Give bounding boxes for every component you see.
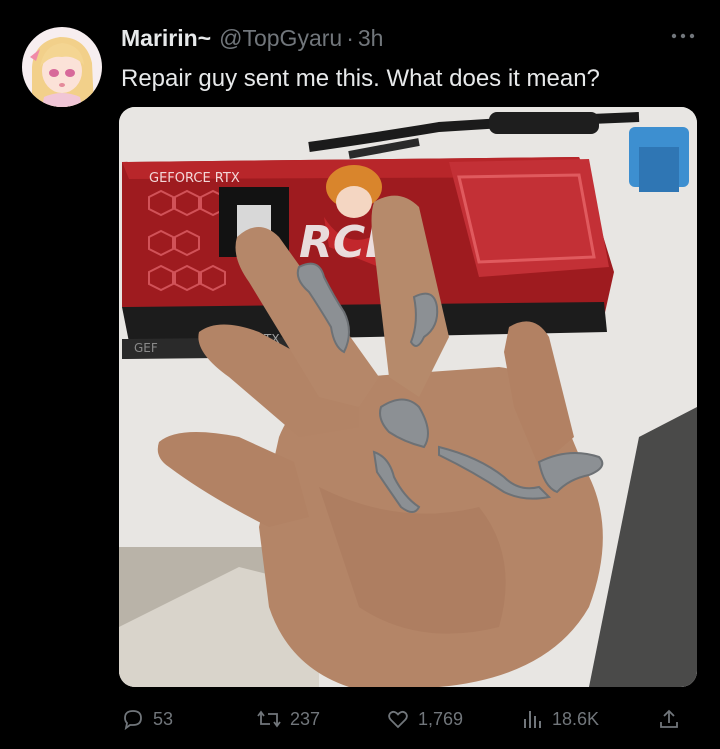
retweet-count: 237 <box>290 708 321 729</box>
reply-count: 53 <box>153 708 174 729</box>
reply-button[interactable]: 53 <box>121 700 173 738</box>
share-button[interactable] <box>657 700 689 738</box>
reply-bubble-icon <box>124 710 142 731</box>
tweet-media-image[interactable]: RCL GEFORCE RTX GEF TX <box>119 107 697 687</box>
retweet-button[interactable]: 237 <box>256 700 320 738</box>
handle[interactable]: @TopGyaru <box>219 25 342 52</box>
retweet-arrows-icon <box>257 710 281 728</box>
card-text-gef: GEF <box>134 341 158 355</box>
tweet-header: Maririn~ @TopGyaru · 3h <box>121 25 383 53</box>
bar-chart-icon <box>524 711 541 728</box>
timestamp[interactable]: 3h <box>358 25 384 52</box>
avatar[interactable] <box>22 27 102 107</box>
like-button[interactable]: 1,769 <box>386 700 463 738</box>
views-count: 18.6K <box>552 708 600 729</box>
separator-dot: · <box>346 25 354 51</box>
tweet: Maririn~ @TopGyaru · 3h Repair guy sent … <box>0 0 720 749</box>
more-dots-icon[interactable] <box>668 28 698 44</box>
tweet-text: Repair guy sent me this. What does it me… <box>121 65 600 92</box>
display-name[interactable]: Maririn~ <box>121 25 211 52</box>
like-count: 1,769 <box>418 708 464 729</box>
views-button[interactable]: 18.6K <box>520 700 599 738</box>
action-bar: 53 237 1,769 18.6K <box>0 700 720 738</box>
share-upload-icon <box>660 709 678 728</box>
card-text-geforce: GEFORCE RTX <box>149 171 240 186</box>
heart-icon <box>388 710 408 729</box>
